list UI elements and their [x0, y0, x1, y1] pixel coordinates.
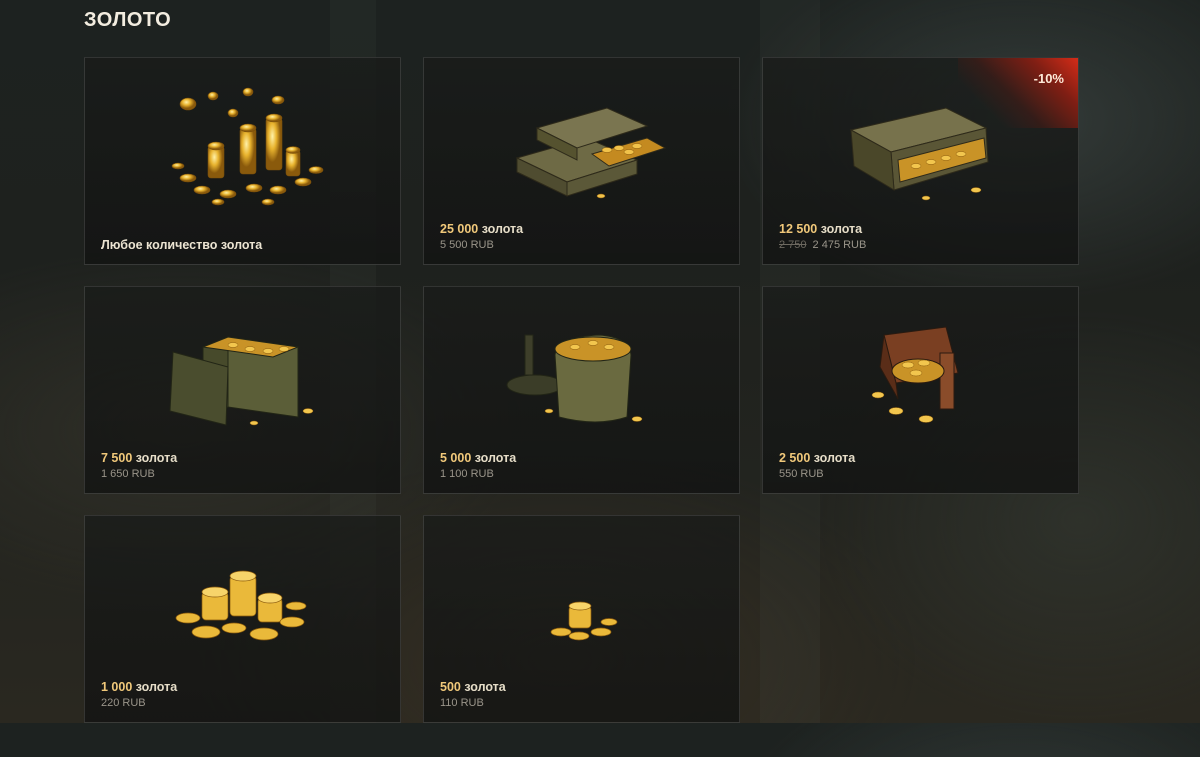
offer-amount: 12 500 [779, 222, 818, 236]
offer-unit: золота [135, 451, 178, 465]
offer-amount: 500 [440, 680, 461, 694]
three-wooden-crates-icon [497, 78, 667, 218]
offer-card-7500[interactable]: 7 500 золота 1 650 RUB [84, 286, 401, 494]
coin-stacks-icon [158, 536, 328, 676]
wooden-crate-icon [836, 78, 1006, 218]
offer-unit: золота [820, 222, 863, 236]
offer-card-2500[interactable]: 2 500 золота 550 RUB [762, 286, 1079, 494]
page-title: ЗОЛОТО [84, 9, 172, 31]
offer-card-5000[interactable]: 5 000 золота 1 100 RUB [423, 286, 740, 494]
offer-card-1000[interactable]: 1 000 золота 220 RUB [84, 515, 401, 723]
gold-offers-grid: Любое количество золота 25 000 золота 5 … [84, 57, 1080, 757]
offer-card-500[interactable]: 500 золота 110 RUB [423, 515, 740, 723]
offer-amount: 5 000 [440, 451, 472, 465]
mess-tin-icon [497, 307, 667, 447]
offer-amount: 25 000 [440, 222, 479, 236]
offer-amount: 1 000 [101, 680, 133, 694]
small-coin-pile-icon [497, 536, 667, 676]
offer-amount: 2 500 [779, 451, 811, 465]
discount-label: -10% [1033, 71, 1064, 86]
offer-unit: золота [135, 680, 178, 694]
offer-label: Любое количество золота [101, 238, 263, 252]
offer-price: 2 475 RUB [812, 239, 867, 251]
offer-unit: золота [474, 451, 517, 465]
ammo-box-icon [158, 307, 328, 447]
offer-price: 110 RUB [440, 697, 484, 709]
offer-price: 550 RUB [779, 468, 824, 480]
offer-price: 5 500 RUB [440, 239, 494, 251]
leather-pouch-icon [836, 307, 1006, 447]
offer-price: 220 RUB [101, 697, 146, 709]
offer-price: 1 100 RUB [440, 468, 494, 480]
offer-amount: 7 500 [101, 451, 133, 465]
offer-unit: золота [464, 680, 506, 694]
offer-unit: золота [481, 222, 524, 236]
offer-unit: золота [813, 451, 856, 465]
offer-price: 1 650 RUB [101, 468, 155, 480]
offer-card-any-amount[interactable]: Любое количество золота [84, 57, 401, 265]
gold-coins-scattered-icon [158, 78, 328, 218]
old-price: 2 750 [779, 239, 807, 251]
offer-card-25000[interactable]: 25 000 золота 5 500 RUB [423, 57, 740, 265]
offer-card-12500[interactable]: -10% 12 500 золота 2 750 2 475 RUB [762, 57, 1079, 265]
